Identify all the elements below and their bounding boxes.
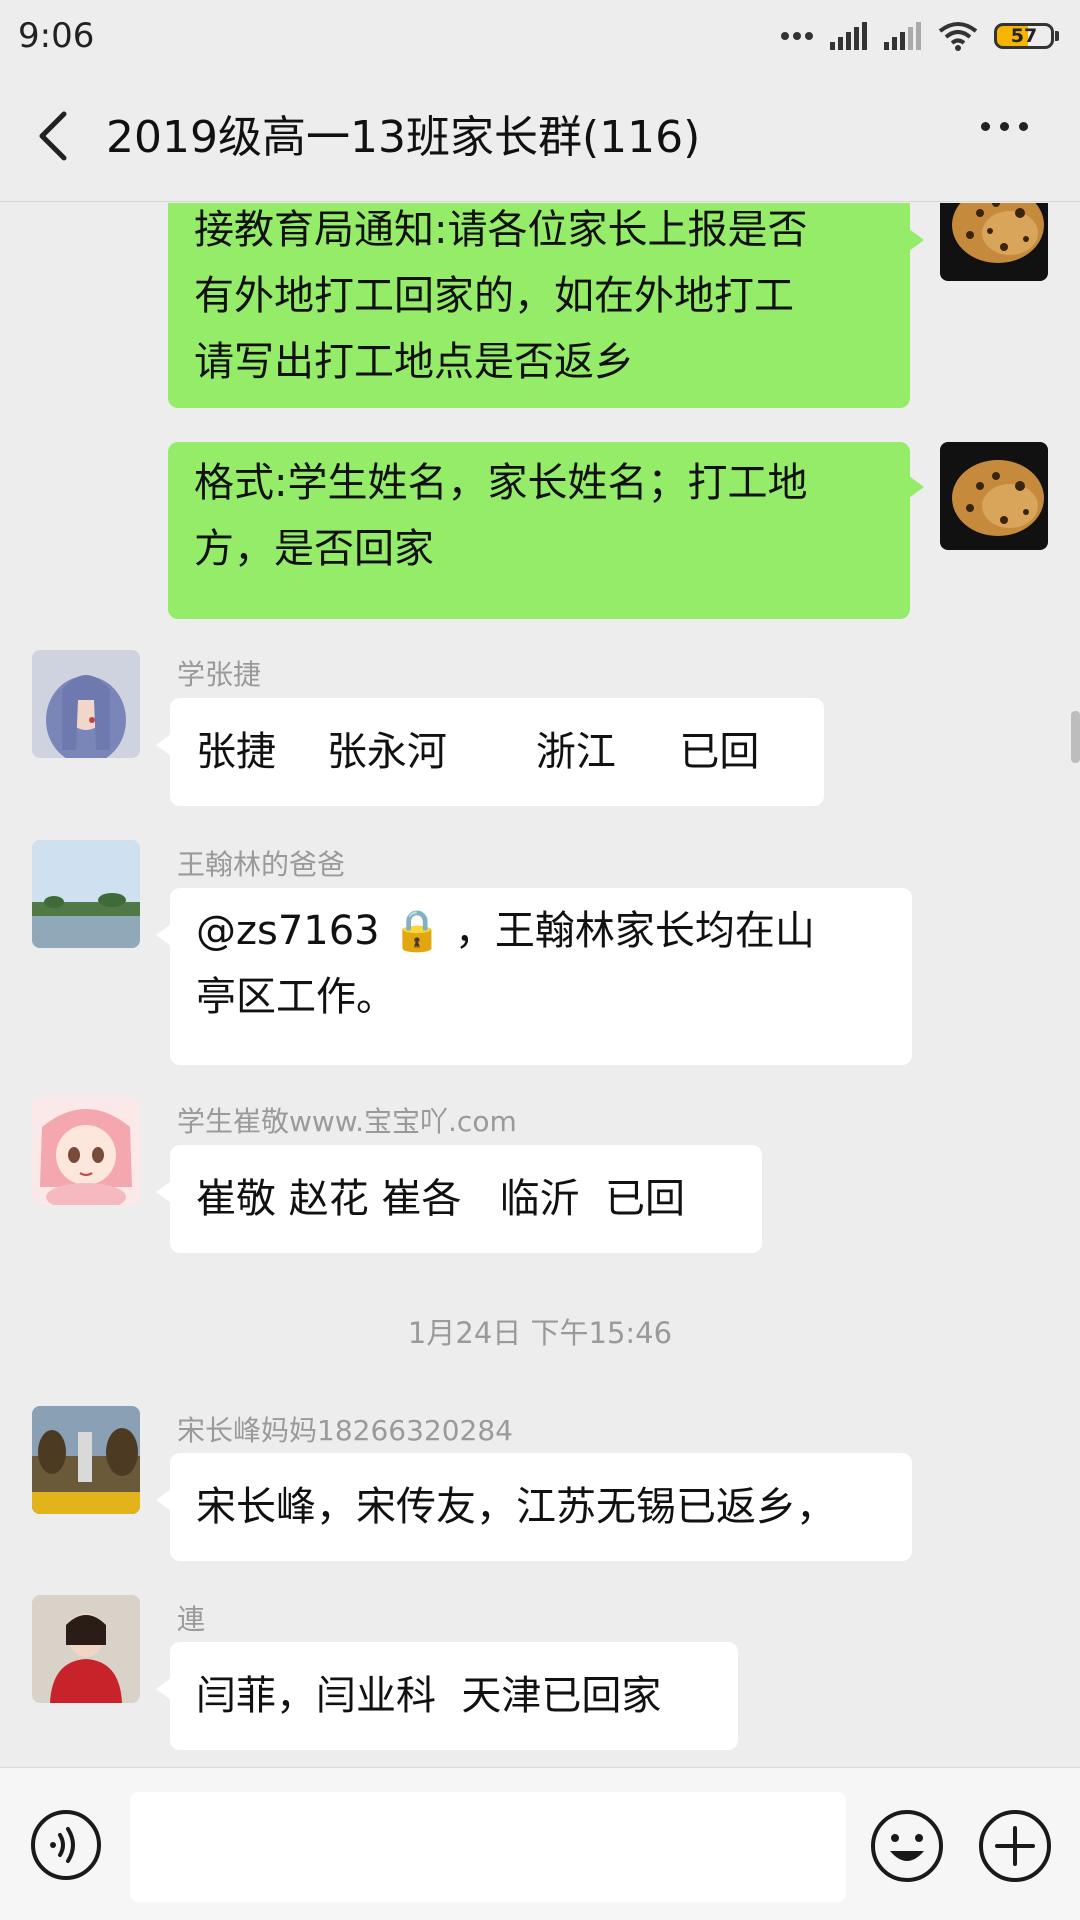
message-timestamp: 1月24日 下午15:46 [407,1316,673,1350]
dots-icon [781,32,813,40]
incoming-message[interactable]: 崔敬 赵花 崔各 临沂 已回 [156,1145,762,1253]
avatar[interactable] [32,1406,140,1514]
incoming-message[interactable]: 张捷 张永河 浙江 已回 [156,698,824,806]
battery-icon: 57 [994,23,1059,49]
status-icons: 57 [780,21,1059,51]
chat-header: 2019级高一13班家长群(116) [0,72,1080,202]
chat-messages[interactable]: 接教育局通知:请各位家长上报是否 有外地打工回家的，如在外地打工 请写出打工地点… [0,203,1080,1767]
voice-icon[interactable] [30,1809,102,1881]
sender-name: 王翰林的爸爸 [177,848,346,881]
chevron-left-icon[interactable] [34,110,74,162]
signal-icon [884,22,921,50]
wifi-icon [938,22,978,51]
input-bar [0,1767,1080,1920]
incoming-message[interactable]: 闫菲，闫业科 天津已回家 [156,1642,738,1750]
incoming-message[interactable]: @zs7163 🔒 ，王翰林家长均在山 亭区工作。 [156,888,912,1065]
outgoing-message[interactable]: 接教育局通知:请各位家长上报是否 有外地打工回家的，如在外地打工 请写出打工地点… [168,203,924,408]
avatar[interactable] [32,840,140,948]
signal-icon [830,22,867,50]
page-title: 2019级高一13班家长群(116) [106,112,701,163]
message-input[interactable] [130,1792,846,1902]
incoming-message[interactable]: 宋长峰，宋传友，江苏无锡已返乡， [156,1453,912,1561]
outgoing-message[interactable]: 格式:学生姓名，家长姓名；打工地 方，是否回家 [168,442,924,619]
avatar[interactable] [32,1595,140,1703]
sender-name: 学张捷 [177,658,262,691]
plus-circle-icon[interactable] [978,1809,1052,1883]
status-time: 9:06 [18,16,95,56]
sender-name: 宋长峰妈妈18266320284 [177,1414,513,1447]
my-avatar[interactable] [940,442,1048,550]
sender-name: 連 [177,1603,206,1636]
status-bar: 9:06 57 [0,0,1080,72]
avatar[interactable] [32,1097,140,1205]
more-horizontal-icon[interactable] [981,122,1028,131]
my-avatar[interactable] [940,203,1048,281]
avatar[interactable] [32,650,140,758]
battery-level: 57 [1010,25,1038,47]
emoji-icon[interactable] [870,1809,944,1883]
chat-scrollbar[interactable] [1071,711,1080,763]
sender-name: 学生崔敬www.宝宝吖.com [177,1105,517,1138]
